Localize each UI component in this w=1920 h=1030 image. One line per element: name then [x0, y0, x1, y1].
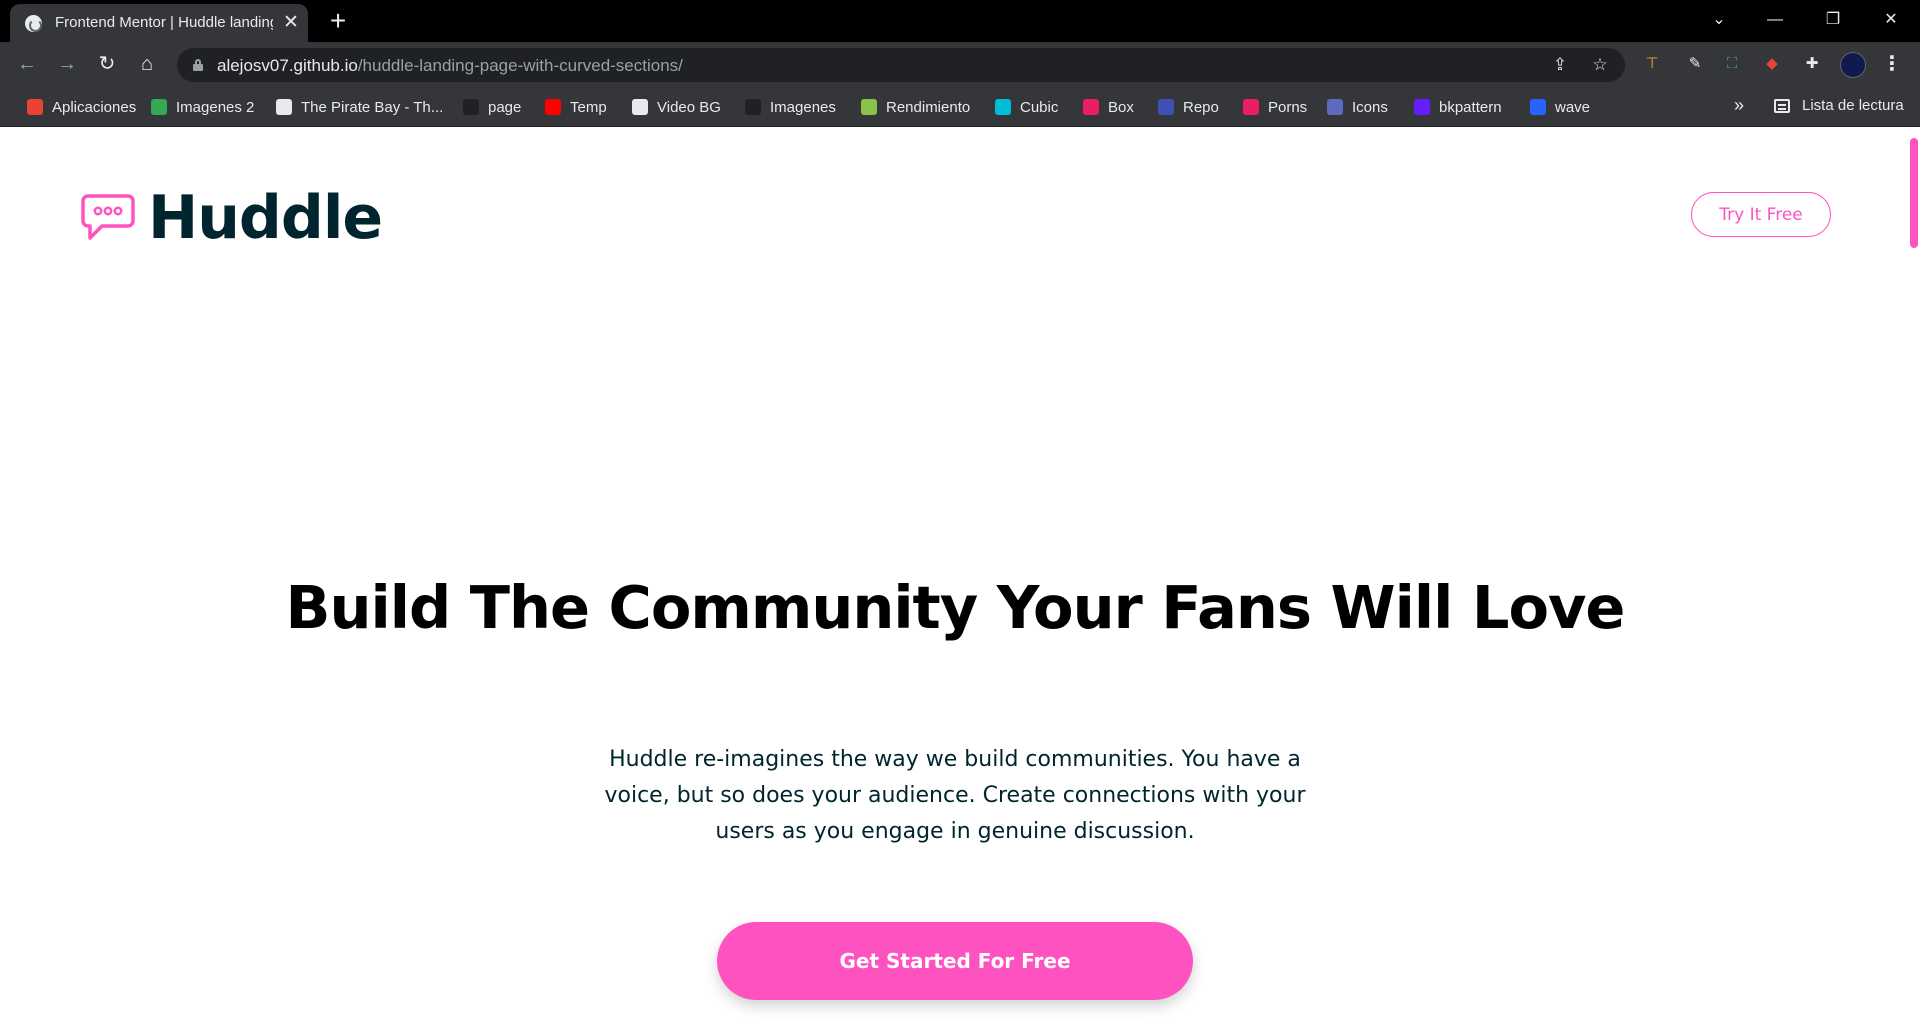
get-started-button[interactable]: Get Started For Free [717, 922, 1193, 1000]
home-button[interactable]: ⌂ [133, 50, 161, 78]
extension-pen-icon[interactable]: ✎ [1683, 52, 1707, 76]
porns-icon [1243, 99, 1259, 115]
bookmark-item[interactable]: Imagenes 2 [151, 97, 254, 117]
icons-icon [1327, 99, 1343, 115]
image-icon [151, 99, 167, 115]
lock-icon[interactable] [193, 59, 203, 71]
page-scrollbar[interactable] [1910, 138, 1918, 248]
tab-search-icon[interactable]: ⌄ [1696, 5, 1742, 35]
hero-description: Huddle re-imagines the way we build comm… [604, 747, 1306, 844]
bookmark-label: Rendimiento [886, 98, 971, 116]
bookmark-label: page [488, 98, 522, 116]
bookmark-item[interactable]: Aplicaciones [27, 97, 136, 117]
window-close-button[interactable]: ✕ [1868, 5, 1914, 35]
reading-list-button[interactable]: Lista de lectura [1774, 97, 1904, 114]
pirate-bay-icon [276, 99, 292, 115]
bookmark-label: The Pirate Bay - Th... [301, 98, 444, 116]
bookmark-item[interactable]: Box [1083, 97, 1134, 117]
bookmark-item[interactable]: Cubic [995, 97, 1058, 117]
bookmark-label: Imagenes 2 [176, 98, 255, 116]
bookmark-item[interactable]: Porns [1243, 97, 1307, 117]
brand-name: Huddle [148, 183, 383, 253]
bookmark-item[interactable]: bkpattern [1414, 97, 1502, 117]
bookmark-label: Imagenes [770, 98, 836, 116]
unsplash-icon [745, 99, 761, 115]
extension-t-icon[interactable]: ⊤ [1640, 52, 1664, 76]
bookmark-label: Cubic [1020, 98, 1059, 116]
tab-close-icon[interactable]: ✕ [280, 12, 302, 34]
site-favicon-icon [25, 15, 42, 32]
browser-toolbar: ← → ↻ ⌂ alejosv07.github.io/huddle-landi… [0, 42, 1920, 87]
address-bar[interactable]: alejosv07.github.io/huddle-landing-page-… [177, 48, 1625, 82]
cubic-icon [995, 99, 1011, 115]
bookmark-item[interactable]: Temp [545, 97, 607, 117]
bookmark-label: Temp [570, 98, 607, 116]
extension-capture-icon[interactable]: ⛶ [1720, 52, 1744, 76]
bookmark-item[interactable]: page [463, 97, 521, 117]
w-icon [463, 99, 479, 115]
bookmark-item[interactable]: Video BG [632, 97, 721, 117]
restore-button[interactable]: ❐ [1810, 5, 1856, 35]
bookmark-label: Icons [1352, 98, 1388, 116]
bookmark-item[interactable]: Icons [1327, 97, 1388, 117]
brand-logo[interactable]: Huddle [80, 183, 383, 253]
url-path: /huddle-landing-page-with-curved-section… [357, 56, 683, 75]
bookmarks-bar: Aplicaciones Imagenes 2 The Pirate Bay - T… [0, 87, 1920, 127]
apps-grid-icon [27, 99, 43, 115]
browser-titlebar: Frontend Mentor | Huddle landing ✕ + ⌄ —… [0, 0, 1920, 42]
bookmark-label: Repo [1183, 98, 1219, 116]
browser-tab[interactable]: Frontend Mentor | Huddle landing ✕ [10, 4, 308, 42]
browser-menu-icon[interactable]: ⋮ [1880, 52, 1904, 76]
new-tab-button[interactable]: + [323, 6, 353, 36]
page-viewport: Huddle Try It Free Build The Community Y… [0, 128, 1920, 1030]
bookmark-item[interactable]: Imagenes [745, 97, 836, 117]
try-it-free-button[interactable]: Try It Free [1691, 192, 1831, 237]
wave-icon [1530, 99, 1546, 115]
reload-button[interactable]: ↻ [93, 50, 121, 78]
bookmark-label: bkpattern [1439, 98, 1502, 116]
profile-avatar[interactable] [1840, 52, 1866, 78]
url-text[interactable]: alejosv07.github.io/huddle-landing-page-… [217, 56, 683, 76]
extension-shield-icon[interactable]: ◆ [1760, 52, 1784, 76]
bookmark-item[interactable]: wave [1530, 97, 1590, 117]
box-icon [1083, 99, 1099, 115]
reading-list-icon [1774, 98, 1790, 113]
bookmark-label: Box [1108, 98, 1134, 116]
bookmark-item[interactable]: The Pirate Bay - Th... [276, 97, 443, 117]
bookmark-label: Porns [1268, 98, 1308, 116]
youtube-icon [545, 99, 561, 115]
reading-list-label: Lista de lectura [1802, 97, 1904, 114]
repo-icon [1158, 99, 1174, 115]
url-host: alejosv07.github.io [217, 56, 358, 75]
tab-title: Frontend Mentor | Huddle landing [55, 14, 273, 31]
bookmark-item[interactable]: Rendimiento [861, 97, 970, 117]
minimize-button[interactable]: — [1752, 5, 1798, 35]
bookmark-item[interactable]: Repo [1158, 97, 1219, 117]
bookmark-star-icon[interactable]: ☆ [1589, 54, 1611, 76]
bookmark-label: Aplicaciones [52, 98, 137, 116]
hero-title: Build The Community Your Fans Will Love [285, 573, 1626, 642]
bookmark-label: Video BG [657, 98, 721, 116]
bookmark-label: wave [1555, 98, 1591, 116]
bookmarks-overflow-button[interactable]: » [1734, 95, 1744, 116]
share-icon[interactable]: ⇪ [1549, 54, 1571, 76]
forward-button[interactable]: → [53, 50, 81, 78]
back-button[interactable]: ← [13, 50, 41, 78]
rendimiento-icon [861, 99, 877, 115]
extensions-puzzle-icon[interactable]: ✚ [1800, 52, 1824, 76]
chat-bubble-icon [81, 194, 135, 240]
c-icon [632, 99, 648, 115]
bkpattern-icon [1414, 99, 1430, 115]
